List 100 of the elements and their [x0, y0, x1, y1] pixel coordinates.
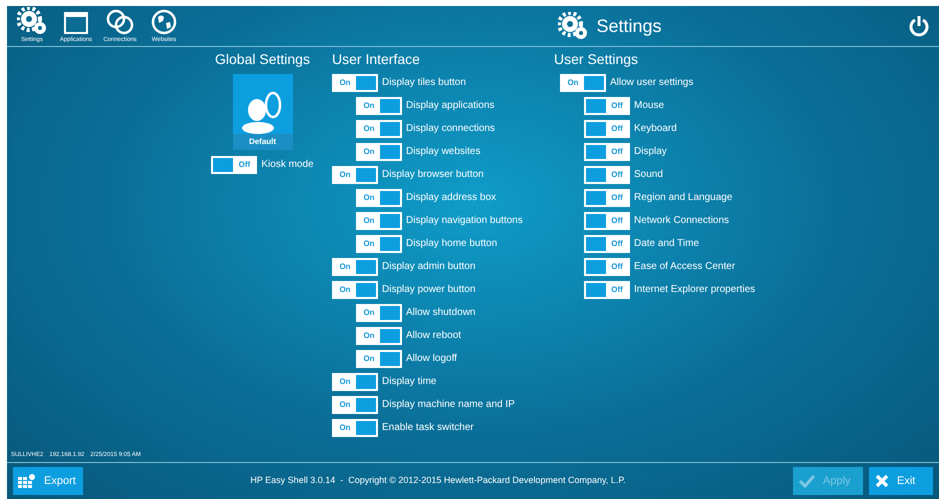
- toggle-switch[interactable]: On: [356, 96, 402, 114]
- setting-label: Display time: [382, 375, 436, 389]
- toggle-state: On: [362, 122, 376, 134]
- toggle-knob: [356, 374, 376, 388]
- toggle-knob: [584, 76, 604, 90]
- toggle-knob: [356, 282, 376, 296]
- gears-icon: [17, 7, 47, 35]
- export-button[interactable]: Export: [13, 467, 83, 495]
- setting-label: Display home button: [406, 237, 498, 251]
- toggle-knob: [586, 122, 606, 136]
- gears-icon: [558, 12, 588, 40]
- toggle-state: Off: [238, 158, 252, 170]
- toggle-switch[interactable]: On: [356, 120, 402, 138]
- setting-label: Allow logoff: [406, 352, 457, 366]
- toggle-state: On: [362, 192, 376, 204]
- toggle-state: Off: [610, 284, 624, 296]
- toggle-switch[interactable]: On: [356, 142, 402, 160]
- toggle-knob: [586, 98, 606, 112]
- toggle-switch[interactable]: On: [332, 372, 378, 390]
- toggle-knob: [380, 214, 400, 228]
- toggle-state: Off: [610, 146, 624, 158]
- setting-label: Display: [634, 145, 667, 159]
- exit-button[interactable]: Exit: [869, 467, 933, 495]
- setting-label: Display browser button: [382, 168, 484, 182]
- setting-label: Display machine name and IP: [382, 398, 515, 412]
- toggle-switch[interactable]: On: [332, 280, 378, 298]
- toggle-knob: [356, 398, 376, 412]
- toggle-state: On: [338, 376, 352, 388]
- toggle-switch[interactable]: On: [356, 188, 402, 206]
- toggle-switch[interactable]: On: [332, 166, 378, 184]
- toggle-knob: [356, 76, 376, 90]
- toggle-switch[interactable]: Off: [584, 258, 630, 276]
- setting-label: Display tiles button: [382, 76, 466, 90]
- section-heading: User Interface: [332, 50, 421, 69]
- toggle-knob: [380, 306, 400, 320]
- toggle-state: On: [566, 76, 580, 88]
- toggle-switch[interactable]: On: [332, 74, 378, 92]
- toggle-switch[interactable]: Off: [584, 234, 630, 252]
- checkmark-icon: [799, 474, 815, 488]
- toggle-switch[interactable]: Off: [584, 212, 630, 230]
- setting-label: Region and Language: [634, 191, 732, 205]
- setting-label: Mouse: [634, 99, 664, 113]
- setting-label: Display power button: [382, 283, 476, 297]
- toggle-switch[interactable]: On: [332, 258, 378, 276]
- tiles-icon: [18, 473, 36, 489]
- toggle-switch[interactable]: Off: [584, 120, 630, 138]
- setting-label: Keyboard: [634, 122, 677, 136]
- setting-label: Sound: [634, 168, 663, 182]
- setting-label: Display admin button: [382, 260, 476, 274]
- toggle-knob: [356, 260, 376, 274]
- toggle-state: Off: [610, 214, 624, 226]
- toggle-state: On: [362, 214, 376, 226]
- toggle-switch[interactable]: Off: [211, 156, 258, 174]
- toggle-switch[interactable]: On: [356, 212, 402, 230]
- setting-label: Display navigation buttons: [406, 214, 523, 228]
- toggle-switch[interactable]: On: [332, 396, 378, 414]
- toggle-state: On: [362, 238, 376, 250]
- toggle-switch[interactable]: Off: [584, 166, 630, 184]
- toggle-switch[interactable]: On: [356, 234, 402, 252]
- power-icon[interactable]: [909, 15, 929, 37]
- toggle-state: On: [362, 330, 376, 342]
- toggle-state: On: [338, 422, 352, 434]
- toggle-switch[interactable]: Off: [584, 96, 630, 114]
- toggle-state: Off: [610, 238, 624, 250]
- toggle-knob: [356, 168, 376, 182]
- globe-icon: [151, 9, 177, 35]
- toggle-state: Off: [610, 168, 624, 180]
- toggle-state: On: [362, 100, 376, 112]
- window-icon: [63, 11, 89, 35]
- setting-label: Ease of Access Center: [634, 260, 736, 274]
- setting-label: Kiosk mode: [261, 158, 314, 172]
- setting-label: Display connections: [406, 122, 495, 136]
- toggle-knob: [586, 236, 606, 250]
- profile-tile[interactable]: Default: [232, 74, 292, 150]
- toggle-state: On: [338, 260, 352, 272]
- toggle-switch[interactable]: Off: [584, 142, 630, 160]
- copyright-text: HP Easy Shell 3.0.14 - Copyright © 2012-2015 Hewlett-Packard Development Company, L.P.: [249, 474, 627, 488]
- close-icon: [875, 474, 889, 488]
- toggle-state: Off: [610, 100, 624, 112]
- toggle-state: On: [362, 146, 376, 158]
- setting-label: Display applications: [406, 99, 494, 113]
- toggle-state: Off: [610, 192, 624, 204]
- rings-icon: [106, 9, 134, 35]
- toggle-knob: [586, 282, 606, 296]
- toggle-switch[interactable]: Off: [584, 280, 630, 298]
- setting-label: Allow user settings: [610, 76, 694, 90]
- toggle-knob: [380, 236, 400, 250]
- setting-label: Display websites: [406, 145, 480, 159]
- toggle-switch[interactable]: On: [356, 304, 402, 322]
- toggle-switch[interactable]: On: [356, 350, 402, 368]
- toggle-state: Off: [610, 260, 624, 272]
- toggle-switch[interactable]: On: [332, 418, 378, 436]
- toggle-state: On: [362, 352, 376, 364]
- toggle-switch[interactable]: On: [356, 326, 402, 344]
- toggle-knob: [586, 168, 606, 182]
- toggle-switch[interactable]: On: [560, 74, 606, 92]
- toggle-knob: [380, 144, 400, 158]
- setting-label: Date and Time: [634, 237, 700, 251]
- toggle-switch[interactable]: Off: [584, 188, 630, 206]
- toggle-state: On: [338, 76, 352, 88]
